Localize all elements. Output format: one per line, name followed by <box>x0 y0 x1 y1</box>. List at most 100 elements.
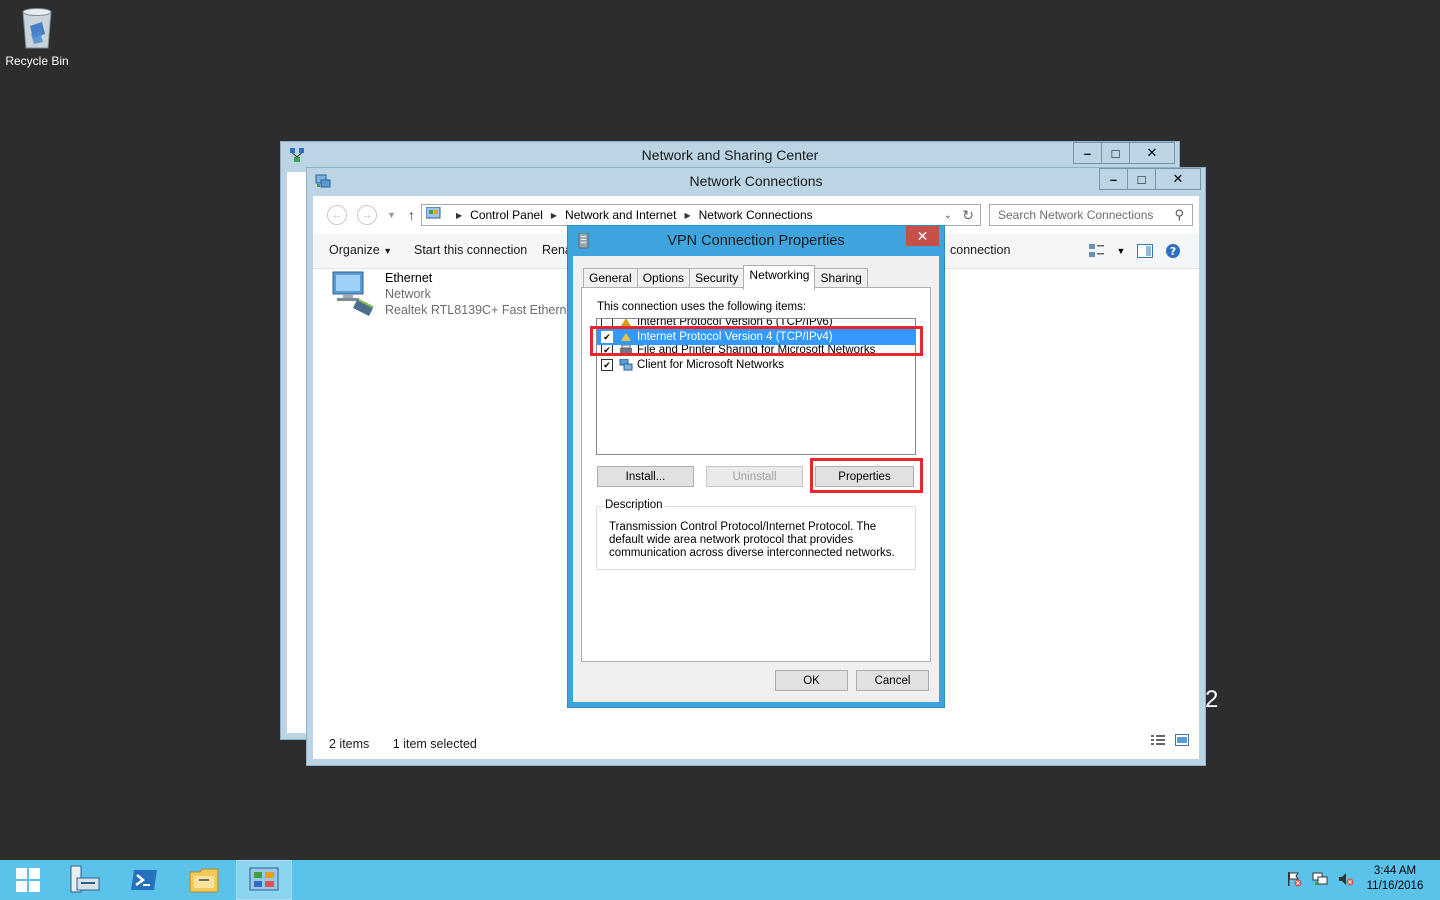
address-dropdown-icon[interactable]: ⌄ <box>944 210 952 221</box>
file-sharing-checkbox[interactable]: ✔ <box>601 345 613 356</box>
tab-options[interactable]: Options <box>636 268 691 289</box>
printer-icon <box>619 345 633 356</box>
system-tray: 3:44 AM 11/16/2016 <box>1286 864 1426 894</box>
tab-strip: General Options Security Networking Shar… <box>583 264 868 290</box>
vpn-properties-dialog[interactable]: VPN Connection Properties ✕ General Opti… <box>567 225 945 708</box>
window-title: Network and Sharing Center <box>641 147 819 163</box>
description-text: Transmission Control Protocol/Internet P… <box>609 521 895 559</box>
preview-pane-icon[interactable] <box>1135 241 1155 261</box>
description-group: Description Transmission Control Protoco… <box>596 499 916 570</box>
taskbar-clock[interactable]: 3:44 AM 11/16/2016 <box>1364 864 1426 894</box>
maximize-button[interactable]: □ <box>1127 168 1156 190</box>
address-bar[interactable]: ▶ Control Panel ▶ Network and Internet ▶… <box>421 204 981 226</box>
details-view-icon[interactable] <box>1151 734 1165 749</box>
chevron-down-icon: ▼ <box>383 246 393 256</box>
server-manager-taskbar-button[interactable] <box>56 860 112 900</box>
refresh-icon[interactable]: ↻ <box>962 207 974 224</box>
selection-count: 1 item selected <box>392 737 477 751</box>
volume-muted-icon[interactable] <box>1338 871 1354 887</box>
recycle-bin-icon <box>18 4 56 50</box>
view-dropdown-icon[interactable]: ▼ <box>1111 241 1131 261</box>
recycle-bin-label: Recycle Bin <box>5 54 69 68</box>
file-explorer-taskbar-button[interactable] <box>176 860 232 900</box>
window-title: Network Connections <box>689 173 823 189</box>
list-item-ipv4[interactable]: ✔ Internet Protocol Version 4 (TCP/IPv4) <box>597 328 915 345</box>
tab-sharing[interactable]: Sharing <box>814 268 868 289</box>
connection-button-partial[interactable]: connection <box>950 243 1010 257</box>
maximize-button[interactable]: □ <box>1101 142 1130 164</box>
client-networks-checkbox[interactable]: ✔ <box>601 358 613 371</box>
adapter-type: Network <box>385 287 431 301</box>
search-input[interactable]: Search Network Connections ⚲ <box>989 204 1193 226</box>
breadcrumb-network-internet[interactable]: Network and Internet <box>565 208 676 222</box>
dialog-title: VPN Connection Properties <box>667 233 845 249</box>
adapter-device: Realtek RTL8139C+ Fast Ethernet ... <box>385 303 591 317</box>
tab-networking[interactable]: Networking <box>743 265 816 290</box>
network-adapter-icon <box>329 270 379 318</box>
ipv6-checkbox[interactable] <box>601 319 613 328</box>
stray-digit: 2 <box>1205 686 1219 713</box>
properties-button[interactable]: Properties <box>815 466 914 487</box>
start-icon <box>16 868 40 892</box>
ipv4-checkbox[interactable]: ✔ <box>601 330 613 343</box>
ethernet-adapter-item[interactable]: Ethernet Network Realtek RTL8139C+ Fast … <box>329 270 591 318</box>
file-explorer-icon <box>189 868 219 893</box>
back-arrow-icon[interactable]: ← <box>327 205 347 225</box>
protocol-icon <box>619 319 633 328</box>
svg-text:?: ? <box>1170 245 1176 258</box>
powershell-taskbar-button[interactable] <box>116 860 172 900</box>
networking-panel: This connection uses the following items… <box>581 287 931 662</box>
breadcrumb-network-connections[interactable]: Network Connections <box>699 208 813 222</box>
recent-chevron-icon[interactable]: ▼ <box>387 210 396 220</box>
control-panel-icon <box>249 867 279 891</box>
tab-security[interactable]: Security <box>689 268 745 289</box>
list-item-client-ms-networks[interactable]: ✔ Client for Microsoft Networks <box>597 356 915 373</box>
network-client-icon <box>619 358 633 371</box>
tiles-view-icon[interactable] <box>1175 734 1189 749</box>
breadcrumb-chevron-icon[interactable]: ▶ <box>684 211 690 220</box>
network-tray-icon[interactable] <box>1312 871 1328 887</box>
search-icon[interactable]: ⚲ <box>1174 207 1184 223</box>
install-button[interactable]: Install... <box>597 466 694 487</box>
breadcrumb-control-panel[interactable]: Control Panel <box>470 208 543 222</box>
change-view-icon[interactable] <box>1087 241 1107 261</box>
forward-arrow-icon[interactable]: → <box>357 205 377 225</box>
status-bar: 2 items 1 item selected <box>329 737 477 751</box>
list-item-ipv6[interactable]: Internet Protocol Version 6 (TCP/IPv6) <box>597 319 915 328</box>
ipv6-label: Internet Protocol Version 6 (TCP/IPv6) <box>637 319 833 328</box>
help-icon[interactable]: ? <box>1163 241 1183 261</box>
protocol-icon <box>619 331 633 343</box>
server-manager-icon <box>70 865 100 893</box>
clock-date: 11/16/2016 <box>1366 880 1424 892</box>
tab-general[interactable]: General <box>583 268 638 289</box>
adapter-name: Ethernet <box>385 271 433 285</box>
dialog-close-button[interactable]: ✕ <box>906 226 939 246</box>
control-panel-taskbar-button[interactable] <box>236 860 292 900</box>
items-label: This connection uses the following items… <box>597 301 807 313</box>
control-panel-icon <box>425 206 442 224</box>
list-item-file-printer-sharing[interactable]: ✔ File and Printer Sharing for Microsoft… <box>597 345 915 356</box>
client-networks-label: Client for Microsoft Networks <box>637 358 784 371</box>
organize-button[interactable]: Organize ▼ <box>329 243 392 257</box>
up-arrow-icon[interactable]: ↑ <box>408 207 415 223</box>
breadcrumb-chevron-icon: ▶ <box>456 210 463 220</box>
item-count: 2 items <box>329 737 370 751</box>
ok-button[interactable]: OK <box>775 670 848 691</box>
taskbar: 3:44 AM 11/16/2016 <box>0 860 1440 900</box>
breadcrumb-chevron-icon[interactable]: ▶ <box>551 211 557 220</box>
minimize-button[interactable]: – <box>1099 168 1128 190</box>
dialog-client-area: General Options Security Networking Shar… <box>573 256 939 702</box>
close-button[interactable]: ✕ <box>1129 142 1175 164</box>
start-connection-button[interactable]: Start this connection <box>414 243 527 257</box>
file-sharing-label: File and Printer Sharing for Microsoft N… <box>637 345 876 356</box>
recycle-bin-desktop-icon[interactable]: Recycle Bin <box>0 4 74 68</box>
uninstall-button[interactable]: Uninstall <box>706 466 803 487</box>
clock-time: 3:44 AM <box>1373 865 1417 877</box>
cancel-button[interactable]: Cancel <box>856 670 929 691</box>
minimize-button[interactable]: – <box>1073 142 1102 164</box>
action-center-flag-icon[interactable] <box>1286 871 1302 887</box>
ipv4-label: Internet Protocol Version 4 (TCP/IPv4) <box>637 330 833 343</box>
close-button[interactable]: ✕ <box>1155 168 1201 190</box>
start-button[interactable] <box>0 860 56 900</box>
items-list[interactable]: Internet Protocol Version 6 (TCP/IPv6) ✔… <box>596 318 916 455</box>
